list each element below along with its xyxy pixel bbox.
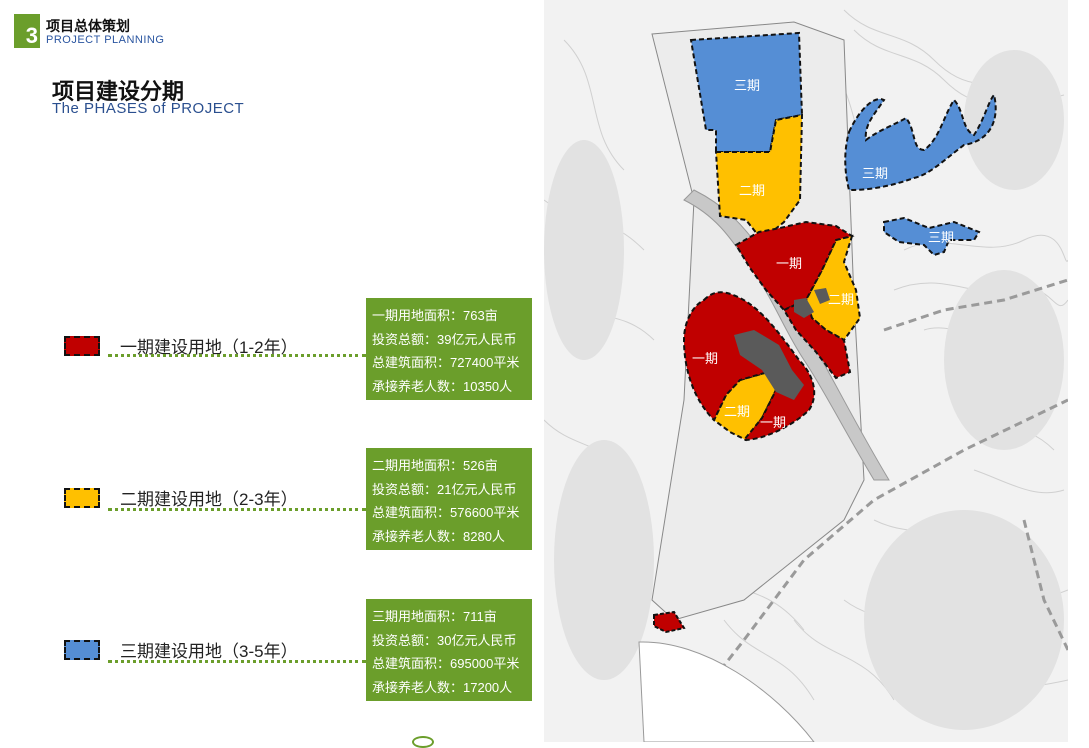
phase1-info-box: 一期用地面积：763亩 投资总额：39亿元人民币 总建筑面积：727400平米 … <box>366 298 532 400</box>
phase2-area: 二期用地面积：526亩 <box>372 458 498 473</box>
phase2-info-box: 二期用地面积：526亩 投资总额：21亿元人民币 总建筑面积：576600平米 … <box>366 448 532 550</box>
phase3-leader-line <box>108 660 366 663</box>
map-label-phase3-north: 三期 <box>734 78 760 93</box>
page-subtitle: The PHASES of PROJECT <box>52 100 245 117</box>
phase3-residents: 承接养老人数：17200人 <box>372 679 513 695</box>
phase2-legend-label: 二期建设用地（2-3年） <box>120 490 298 509</box>
phase1-residents: 承接养老人数：10350人 <box>372 378 513 394</box>
map-label-phase3-lake: 三期 <box>862 166 888 181</box>
phase1-area: 一期用地面积：763亩 <box>372 308 498 323</box>
phase1-swatch <box>64 336 100 356</box>
map-label-phase1-west: 一期 <box>692 351 718 366</box>
phase1-floor-area: 总建筑面积：727400平米 <box>372 355 520 370</box>
phase3-info-box: 三期用地面积：711亩 投资总额：30亿元人民币 总建筑面积：695000平米 … <box>366 599 532 701</box>
phase3-area: 三期用地面积：711亩 <box>372 609 497 624</box>
phase3-swatch <box>64 640 100 660</box>
phase3-floor-area: 总建筑面积：695000平米 <box>372 656 520 671</box>
phase2-swatch <box>64 488 100 508</box>
section-subtitle: PROJECT PLANNING <box>46 34 165 46</box>
section-title: 项目总体策划 <box>46 18 130 34</box>
phase1-leader-line <box>108 354 366 357</box>
phase2-leader-line <box>108 508 366 511</box>
section-number-badge: 3 <box>14 14 40 48</box>
map-label-phase2-mid: 二期 <box>828 292 854 307</box>
phase2-investment: 投资总额：21亿元人民币 <box>372 481 517 497</box>
map-label-phase1-north: 一期 <box>776 256 802 271</box>
bottom-decoration-mark <box>412 736 434 748</box>
map-label-phase1-south: 一期 <box>760 415 786 430</box>
map-label-phase2-north: 二期 <box>739 183 765 198</box>
site-phasing-map: 三期 三期 三期 二期 二期 二期 一期 一期 一期 <box>544 0 1068 742</box>
phase1-investment: 投资总额：39亿元人民币 <box>372 331 517 347</box>
phase3-legend-label: 三期建设用地（3-5年） <box>120 642 298 661</box>
map-label-phase3-east: 三期 <box>928 230 954 245</box>
phase3-investment: 投资总额：30亿元人民币 <box>372 632 517 648</box>
phase2-residents: 承接养老人数：8280人 <box>372 528 505 544</box>
map-label-phase2-south: 二期 <box>724 404 750 419</box>
phase2-floor-area: 总建筑面积：576600平米 <box>372 505 520 520</box>
